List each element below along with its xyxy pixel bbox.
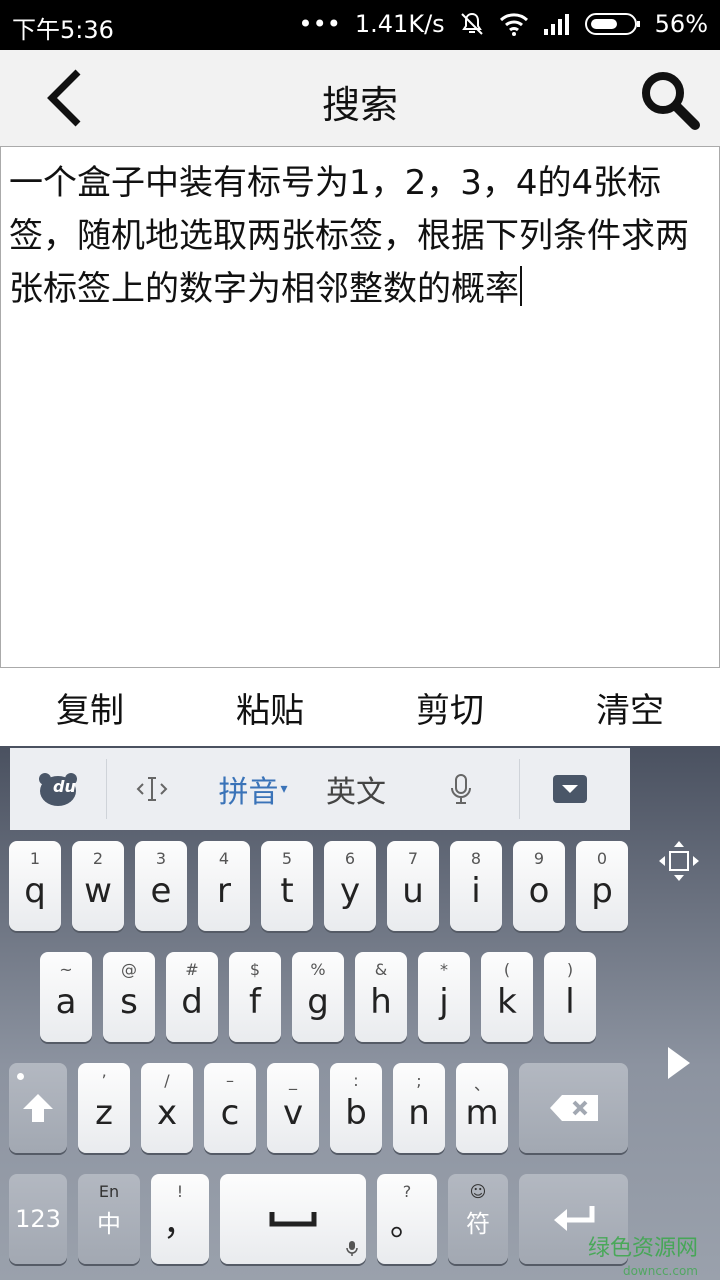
move-icon — [659, 841, 699, 881]
space-bar-icon — [269, 1212, 317, 1227]
page-title: 搜索 — [321, 83, 398, 127]
paste-button[interactable]: 粘贴 — [180, 668, 360, 746]
microphone-icon — [451, 774, 471, 804]
backspace-icon — [549, 1095, 598, 1121]
key-u[interactable]: 7u — [387, 841, 439, 931]
signal-icon — [543, 12, 571, 36]
key-i[interactable]: 8i — [450, 841, 502, 931]
symbol-key[interactable]: ☺ 符 — [448, 1174, 508, 1264]
watermark-text: 绿色资源网 — [587, 1236, 698, 1261]
status-icons: ••• 1.41K/s 56% — [298, 10, 708, 38]
emoji-icon: ☺ — [469, 1182, 487, 1201]
key-h[interactable]: & h — [355, 952, 407, 1042]
shift-key[interactable] — [9, 1063, 67, 1153]
search-text: 一个盒子中装有标号为1，2，3，4的4张标签，随机地选取两张标签，根据下列条件求… — [9, 163, 689, 309]
pinyin-mode-button[interactable]: 拼音 ▾ — [197, 748, 309, 830]
key-z[interactable]: ’ z — [78, 1063, 130, 1153]
copy-button[interactable]: 复制 — [0, 668, 180, 746]
microphone-icon — [346, 1241, 358, 1256]
search-icon — [642, 72, 700, 130]
baidu-logo-text: du — [53, 777, 76, 796]
triangle-right-icon — [668, 1047, 690, 1079]
shift-indicator-dot — [17, 1073, 24, 1080]
battery-percent: 56% — [654, 10, 708, 38]
cursor-move-button[interactable] — [107, 748, 197, 830]
key-o[interactable]: 9o — [513, 841, 565, 931]
watermark-url: downcc.com — [622, 1264, 698, 1278]
key-q[interactable]: 1q — [9, 841, 61, 931]
key-v[interactable]: _ v — [267, 1063, 319, 1153]
key-d[interactable]: # d — [166, 952, 218, 1042]
key-a[interactable]: ~ a — [40, 952, 92, 1042]
key-j[interactable]: * j — [418, 952, 470, 1042]
key-b[interactable]: :b — [330, 1063, 382, 1153]
wifi-icon — [499, 12, 529, 36]
cursor-icon — [136, 777, 168, 801]
key-e[interactable]: 3e — [135, 841, 187, 931]
key-m[interactable]: 、 m — [456, 1063, 508, 1153]
hide-keyboard-icon — [553, 775, 587, 803]
key-c[interactable]: – c — [204, 1063, 256, 1153]
notification-off-icon — [459, 11, 485, 37]
key-g[interactable]: % g — [292, 952, 344, 1042]
period-key[interactable]: ?。 — [377, 1174, 437, 1264]
key-s[interactable]: @ s — [103, 952, 155, 1042]
status-bar: 下午5:36 ••• 1.41K/s 56% — [0, 0, 720, 50]
keyboard-move-button[interactable] — [654, 836, 704, 886]
cut-button[interactable]: 剪切 — [360, 668, 540, 746]
numbers-key[interactable]: 123 — [9, 1174, 67, 1264]
key-n[interactable]: ; n — [393, 1063, 445, 1153]
key-w[interactable]: 2w — [72, 841, 124, 931]
clear-button[interactable]: 清空 — [540, 668, 720, 746]
hide-keyboard-button[interactable] — [520, 748, 620, 830]
voice-input-button[interactable] — [403, 748, 519, 830]
back-arrow-icon — [47, 69, 81, 127]
status-dots: ••• — [298, 10, 341, 38]
key-p[interactable]: 0p — [576, 841, 628, 931]
space-key[interactable] — [220, 1174, 366, 1264]
baidu-logo-button[interactable]: du — [10, 748, 106, 830]
app-bar: 搜索 — [0, 50, 720, 146]
english-mode-button[interactable]: 英文 — [309, 748, 403, 830]
soft-keyboard: du 拼音 ▾ 英文 1q 2w 3e 4r 5t 6y 7u 8i 9o 0p… — [0, 746, 720, 1280]
dropdown-caret-icon: ▾ — [280, 781, 288, 797]
key-y[interactable]: 6y — [324, 841, 376, 931]
backspace-key[interactable] — [519, 1063, 628, 1153]
keyboard-expand-button[interactable] — [654, 1038, 704, 1088]
key-t[interactable]: 5t — [261, 841, 313, 931]
key-r[interactable]: 4r — [198, 841, 250, 931]
shift-arrow-icon — [23, 1094, 53, 1122]
back-button[interactable] — [36, 69, 92, 127]
key-l[interactable]: ) l — [544, 952, 596, 1042]
comma-key[interactable]: !， — [151, 1174, 209, 1264]
search-button[interactable] — [638, 68, 702, 132]
search-text-area[interactable]: 一个盒子中装有标号为1，2，3，4的4张标签，随机地选取两张标签，根据下列条件求… — [0, 146, 720, 668]
language-switch-key[interactable]: En 中 — [78, 1174, 140, 1264]
key-x[interactable]: / x — [141, 1063, 193, 1153]
battery-icon — [584, 12, 641, 36]
key-f[interactable]: $ f — [229, 952, 281, 1042]
status-time: 下午5:36 — [12, 16, 114, 44]
network-speed: 1.41K/s — [354, 10, 445, 38]
keyboard-toolbar: du 拼音 ▾ 英文 — [10, 748, 630, 830]
key-k[interactable]: (k — [481, 952, 533, 1042]
pinyin-label: 拼音 — [218, 775, 279, 810]
text-caret — [520, 266, 522, 306]
edit-actions: 复制 粘贴 剪切 清空 — [0, 668, 720, 746]
